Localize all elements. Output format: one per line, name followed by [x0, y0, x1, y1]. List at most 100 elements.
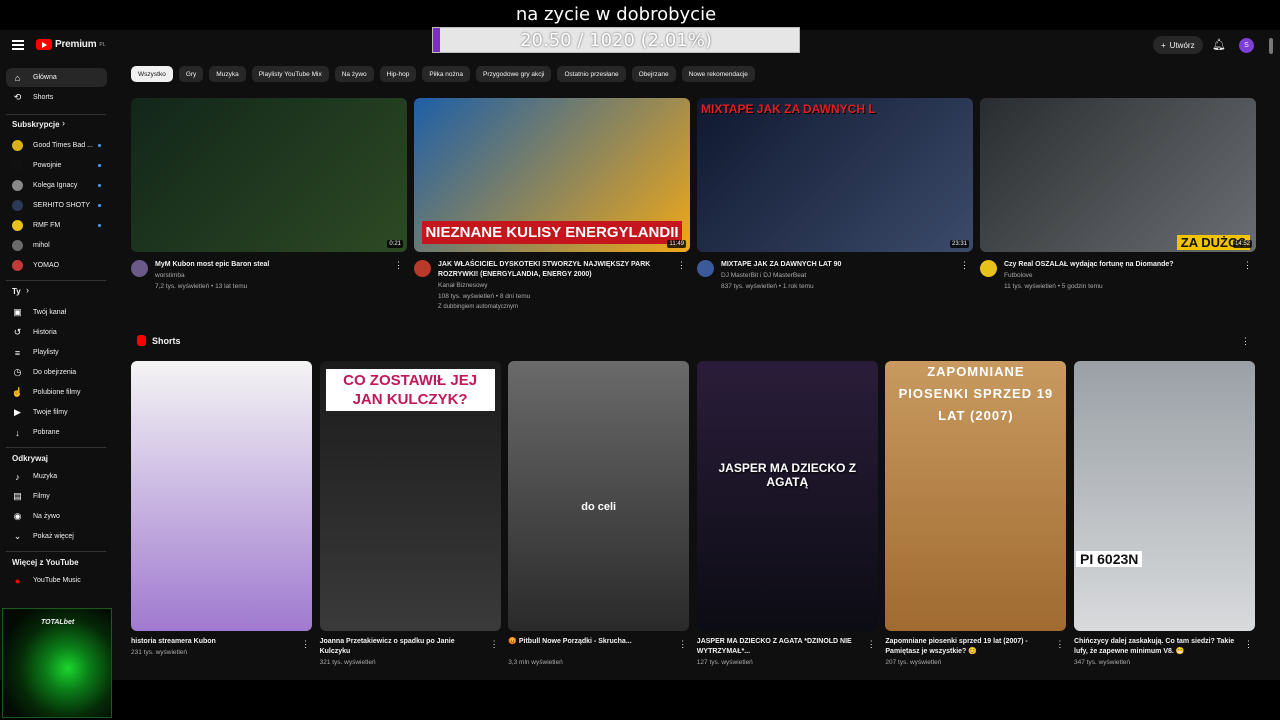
chip-2[interactable]: Muzyka — [209, 66, 246, 82]
sidebar-item-twoje-filmy[interactable]: ▶ Twoje filmy — [6, 403, 107, 422]
video-title[interactable]: MIXTAPE JAK ZA DAWNYCH LAT 90 — [721, 260, 951, 270]
short-thumbnail[interactable] — [131, 361, 312, 631]
video-title[interactable]: Czy Real OSZALAŁ wydając fortunę na Diom… — [1004, 260, 1234, 270]
sidebar-item-poka-wi-cej[interactable]: ⌄ Pokaż więcej — [6, 527, 107, 546]
sidebar-item-pobrane[interactable]: ↓ Pobrane — [6, 423, 107, 442]
chip-0[interactable]: Wszystko — [131, 66, 173, 82]
video-thumbnail[interactable]: NIEZNANE KULISY ENERGYLANDII 11:49 — [414, 98, 690, 252]
sidebar-item-muzyka[interactable]: ♪ Muzyka — [6, 467, 107, 486]
sidebar-item-historia[interactable]: ↺ Historia — [6, 323, 107, 342]
sidebar-item-yomao[interactable]: YOMAO — [6, 256, 107, 275]
more-vert-icon[interactable]: ⋮ — [1055, 639, 1064, 650]
short-thumbnail[interactable]: JASPER MA DZIECKO Z AGATĄ — [696, 361, 878, 631]
chip-5[interactable]: Hip-hop — [379, 66, 417, 82]
video-thumbnail[interactable]: ZA DUŻO? 14:52 — [980, 98, 1256, 252]
video-title[interactable]: JAK WŁAŚCICIEL DYSKOTEKI STWORZYŁ NAJWIĘ… — [438, 260, 668, 280]
chip-3[interactable]: Playlisty YouTube Mix — [251, 66, 329, 82]
more-vert-icon[interactable]: ⋮ — [1241, 336, 1250, 347]
short-thumbnail[interactable]: ZAPOMNIANE PIOSENKI SPRZED 19 LAT (2007) — [885, 361, 1067, 631]
avatar[interactable]: S — [1239, 38, 1254, 53]
chevron-right-icon: › — [26, 285, 29, 295]
chip-4[interactable]: Na żywo — [334, 66, 374, 82]
scrollbar[interactable] — [1269, 38, 1273, 54]
sidebar-item-rmf-fm[interactable]: RMF FM — [6, 216, 107, 235]
new-content-dot — [98, 164, 101, 167]
duration-badge: 14:52 — [1232, 240, 1252, 248]
sidebar-item-na-ywo[interactable]: ◉ Na żywo — [6, 507, 107, 526]
channel-name[interactable]: Futbolove — [1004, 272, 1033, 279]
you-heading[interactable]: Ty — [12, 287, 21, 296]
sidebar-item-tw-j-kana-[interactable]: ▣ Twój kanał — [6, 303, 107, 322]
sidebar-item-polubione-filmy[interactable]: ☝ Polubione filmy — [6, 383, 107, 402]
logo-text: Premium — [55, 39, 97, 50]
sidebar-item-g-wna[interactable]: ⌂ Główna — [6, 68, 107, 87]
channel-name[interactable]: DJ MasterBit i DJ MasterBeat — [721, 272, 806, 279]
sidebar-item-mihol[interactable]: mihol — [6, 236, 107, 255]
chip-1[interactable]: Gry — [178, 66, 204, 82]
video-title[interactable]: MyM Kubon most epic Baron steal — [155, 260, 385, 270]
short-title[interactable]: 😡 Pitbull Nowe Porządki - Skrucha... — [508, 637, 673, 647]
bell-icon[interactable]: 🔔︎ — [1212, 38, 1226, 51]
sidebar-item-kolega-ignacy[interactable]: Kolega Ignacy — [6, 176, 107, 195]
sidebar-item-label: RMF FM — [33, 222, 61, 229]
sidebar-item-label: Shorts — [33, 94, 54, 101]
chip-10[interactable]: Nowe rekomendacje — [681, 66, 755, 82]
more-vert-icon[interactable]: ⋮ — [1244, 639, 1253, 650]
subscriptions-heading[interactable]: Subskrypcje — [12, 120, 60, 129]
video-thumbnail[interactable]: 0:21 — [131, 98, 407, 252]
video-stats: 7,2 tys. wyświetleń • 13 lat temu — [155, 283, 248, 290]
more-vert-icon[interactable]: ⋮ — [301, 639, 310, 650]
sidebar-item-label: Do obejrzenia — [33, 369, 77, 376]
channel-name[interactable]: worstimba — [155, 272, 185, 279]
more-vert-icon[interactable]: ⋮ — [490, 639, 499, 650]
channel-avatar[interactable] — [697, 260, 714, 277]
chevron-right-icon: › — [62, 118, 65, 128]
channel-avatar[interactable] — [980, 260, 997, 277]
sidebar-item-powojnie[interactable]: Powojnie — [6, 156, 107, 175]
new-content-dot — [98, 224, 101, 227]
short-views: 347 tys. wyświetleń — [1074, 659, 1130, 666]
short-title[interactable]: Joanna Przetakiewicz o spadku po Janie K… — [320, 637, 485, 657]
sidebar-item-label: SERHITO SHOTY — [33, 202, 91, 209]
sidebar-item-shorts[interactable]: ⟲ Shorts — [6, 88, 107, 107]
chip-6[interactable]: Piłka nożna — [422, 66, 471, 82]
short-title[interactable]: JASPER MA DZIECKO Z AGATA *DZINOLD NIE W… — [697, 637, 862, 657]
short-title[interactable]: Zapomniane piosenki sprzed 19 lat (2007)… — [885, 637, 1050, 657]
sidebar-item-good-times-bad-[interactable]: Good Times Bad ... — [6, 136, 107, 155]
short-thumbnail[interactable]: CO ZOSTAWIŁ JEJ JAN KULCZYK? — [319, 361, 501, 631]
menu-icon[interactable] — [12, 40, 24, 50]
more-vert-icon[interactable]: ⋮ — [394, 260, 403, 271]
sidebar-item-filmy[interactable]: ▤ Filmy — [6, 487, 107, 506]
chip-9[interactable]: Obejrzane — [631, 66, 676, 82]
film-icon: ▤ — [13, 491, 22, 501]
more-vert-icon[interactable]: ⋮ — [1243, 260, 1252, 271]
sidebar-item-serhito-shoty[interactable]: SERHITO SHOTY — [6, 196, 107, 215]
chip-8[interactable]: Ostatnio przesłane — [557, 66, 626, 82]
divider — [6, 447, 106, 448]
youtube-premium-logo[interactable]: Premium PL — [36, 39, 106, 50]
more-vert-icon[interactable]: ⋮ — [867, 639, 876, 650]
sidebar-item-youtube-music[interactable]: ● YouTube Music — [6, 571, 107, 590]
duration-badge: 0:21 — [387, 240, 403, 248]
short-title[interactable]: Chińczycy dalej zaskakują. Co tam siedzi… — [1074, 637, 1239, 657]
channel-avatar[interactable] — [131, 260, 148, 277]
sidebar-item-playlisty[interactable]: ≡ Playlisty — [6, 343, 107, 362]
sidebar-item-label: Playlisty — [33, 349, 59, 356]
sidebar-item-do-obejrzenia[interactable]: ◷ Do obejrzenia — [6, 363, 107, 382]
short-thumbnail[interactable]: do celi — [508, 361, 690, 631]
channel-name[interactable]: Kanał Biznesowy — [438, 282, 488, 289]
plus-icon: + — [1161, 40, 1166, 50]
divider — [6, 280, 106, 281]
chevron-down-icon: ⌄ — [13, 531, 22, 541]
more-vert-icon[interactable]: ⋮ — [677, 260, 686, 271]
more-vert-icon[interactable]: ⋮ — [678, 639, 687, 650]
short-title[interactable]: historia streamera Kubon — [131, 637, 296, 647]
channel-avatar[interactable] — [414, 260, 431, 277]
chip-7[interactable]: Przygodowe gry akcji — [476, 66, 552, 82]
more-vert-icon[interactable]: ⋮ — [960, 260, 969, 271]
sidebar-item-label: Historia — [33, 329, 57, 336]
channel-icon: ▣ — [13, 307, 22, 317]
short-thumbnail[interactable]: PI 6023N — [1074, 361, 1255, 631]
video-thumbnail[interactable]: MIXTAPE JAK ZA DAWNYCH L 23:31 — [697, 98, 973, 252]
create-button[interactable]: + Utwórz — [1153, 36, 1203, 54]
